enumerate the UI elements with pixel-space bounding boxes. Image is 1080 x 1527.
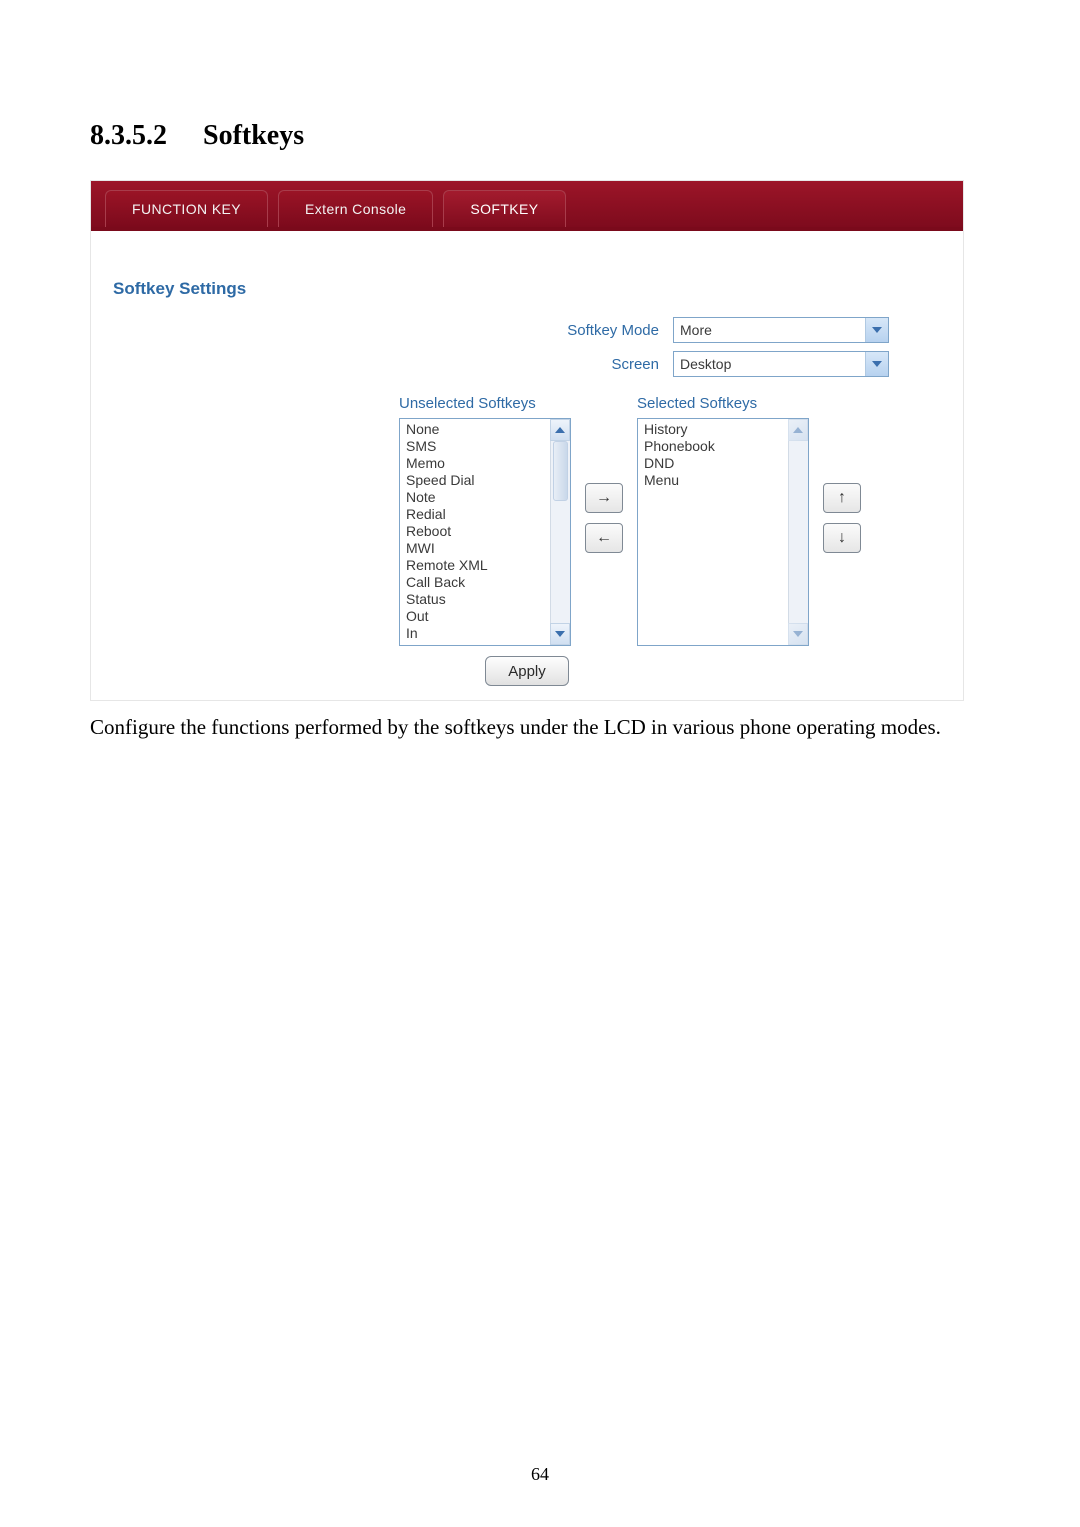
list-item[interactable]: Note <box>402 489 550 506</box>
scroll-up-icon <box>788 419 808 441</box>
list-item[interactable]: None <box>402 421 550 438</box>
scroll-thumb[interactable] <box>553 441 568 501</box>
label-selected-softkeys: Selected Softkeys <box>637 395 809 412</box>
move-right-button[interactable]: → <box>585 483 623 513</box>
chevron-down-icon <box>865 318 888 342</box>
list-item[interactable]: Status <box>402 591 550 608</box>
select-softkey-mode[interactable]: More <box>673 317 889 343</box>
listbox-unselected[interactable]: None SMS Memo Speed Dial Note Redial Reb… <box>399 418 571 646</box>
tab-function-key[interactable]: FUNCTION KEY <box>105 190 268 227</box>
select-screen-value: Desktop <box>680 356 731 372</box>
list-item[interactable]: Reboot <box>402 523 550 540</box>
select-screen[interactable]: Desktop <box>673 351 889 377</box>
scrollbar[interactable] <box>550 419 570 645</box>
scroll-down-icon <box>788 623 808 645</box>
section-heading: 8.3.5.2 Softkeys <box>90 120 990 152</box>
label-softkey-mode: Softkey Mode <box>113 322 673 339</box>
list-item[interactable]: SMS <box>402 438 550 455</box>
list-item[interactable]: Speed Dial <box>402 472 550 489</box>
list-item[interactable]: MWI <box>402 540 550 557</box>
heading-number: 8.3.5.2 <box>90 120 167 151</box>
scroll-down-icon[interactable] <box>550 623 570 645</box>
move-up-button[interactable]: ↑ <box>823 483 861 513</box>
list-item[interactable]: Remote XML <box>402 557 550 574</box>
listbox-selected[interactable]: History Phonebook DND Menu <box>637 418 809 646</box>
scroll-track[interactable] <box>550 441 570 623</box>
heading-title: Softkeys <box>203 120 304 151</box>
scrollbar <box>788 419 808 645</box>
softkey-settings-title: Softkey Settings <box>113 279 941 299</box>
body-paragraph: Configure the functions performed by the… <box>90 711 962 744</box>
list-item[interactable]: Memo <box>402 455 550 472</box>
list-item[interactable]: Phonebook <box>640 438 788 455</box>
tab-extern-console[interactable]: Extern Console <box>278 190 433 227</box>
list-item[interactable]: Redial <box>402 506 550 523</box>
move-left-button[interactable]: ← <box>585 523 623 553</box>
page-number: 64 <box>0 1464 1080 1485</box>
list-item[interactable]: History <box>640 421 788 438</box>
label-unselected-softkeys: Unselected Softkeys <box>399 395 571 412</box>
tab-softkey[interactable]: SOFTKEY <box>443 190 565 227</box>
move-down-button[interactable]: ↓ <box>823 523 861 553</box>
label-screen: Screen <box>113 356 673 373</box>
select-softkey-mode-value: More <box>680 322 712 338</box>
list-item[interactable]: Menu <box>640 472 788 489</box>
list-item[interactable]: Out <box>402 608 550 625</box>
list-item[interactable]: Call Back <box>402 574 550 591</box>
apply-button[interactable]: Apply <box>485 656 569 686</box>
list-item[interactable]: DND <box>640 455 788 472</box>
scroll-track <box>788 441 808 623</box>
softkey-panel: FUNCTION KEY Extern Console SOFTKEY Soft… <box>90 180 964 701</box>
list-item[interactable]: In <box>402 625 550 642</box>
scroll-up-icon[interactable] <box>550 419 570 441</box>
chevron-down-icon <box>865 352 888 376</box>
tab-bar: FUNCTION KEY Extern Console SOFTKEY <box>91 181 963 227</box>
